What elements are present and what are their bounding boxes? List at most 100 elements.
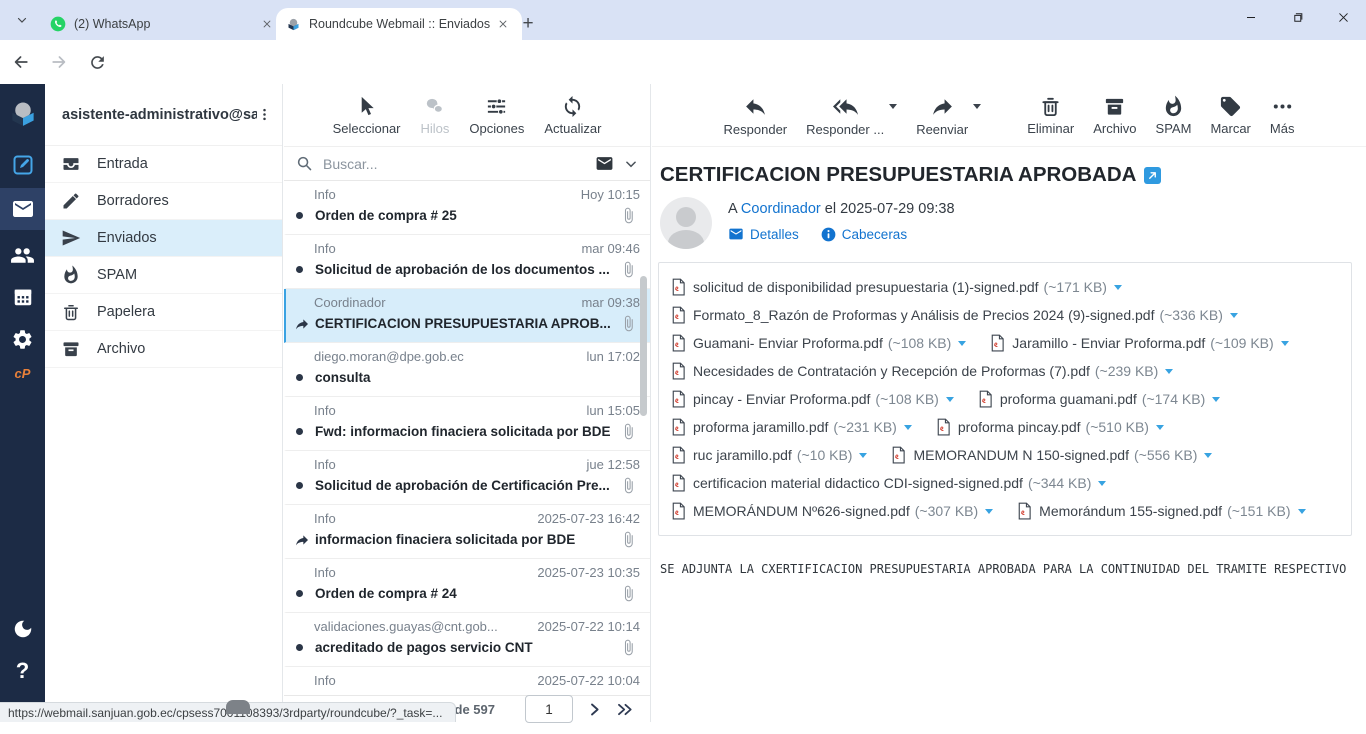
threads-button[interactable]: Hilos [421,95,450,136]
list-scrollbar[interactable] [640,276,647,416]
mark-button[interactable]: Marcar [1210,95,1250,136]
message-list-item[interactable]: Coordinador mar 09:38 CERTIFICACION PRES… [284,289,650,343]
last-page-icon[interactable] [616,702,636,717]
message-list-item[interactable]: diego.moran@dpe.gob.ec lun 17:02 consult… [284,343,650,397]
forward-button[interactable]: Reenviar [916,94,968,137]
headers-toggle[interactable]: Cabeceras [821,227,907,242]
compose-button[interactable] [0,144,45,186]
attachment-item[interactable]: Guamani- Enviar Proforma.pdf (~108 KB) [671,329,966,357]
forward-menu-caret[interactable] [973,104,981,113]
options-button[interactable]: Opciones [469,95,524,136]
message-list-item[interactable]: validaciones.guayas@cnt.gob... 2025-07-2… [284,613,650,667]
select-button[interactable]: Seleccionar [333,95,401,136]
folder-enviados[interactable]: Enviados [45,220,282,257]
attachment-item[interactable]: pincay - Enviar Proforma.pdf (~108 KB) [671,385,954,413]
mail-header: A Coordinador el 2025-07-29 09:38 Detall… [652,187,1366,249]
message-list-item[interactable]: Info jue 12:58 Solicitud de aprobación d… [284,451,650,505]
attachment-item[interactable]: solicitud de disponibilidad presupuestar… [671,273,1122,301]
attachment-item[interactable]: proforma pincay.pdf (~510 KB) [936,413,1164,441]
attachment-item[interactable]: MEMORANDUM N 150-signed.pdf (~556 KB) [891,441,1212,469]
folder-label: Papelera [97,304,155,320]
tab-close-icon[interactable] [258,15,276,33]
rail-settings-button[interactable] [0,318,45,360]
attachment-menu-caret[interactable] [985,509,993,518]
window-minimize-button[interactable] [1228,0,1274,34]
app-rail: cP ? [0,84,45,722]
search-options-chevron-icon[interactable] [624,157,638,171]
window-restore-button[interactable] [1274,0,1320,34]
message-list-item[interactable]: Info 2025-07-22 10:04 [284,667,650,698]
paperclip-icon [620,261,640,278]
tab-search-chevron-icon[interactable] [8,8,36,32]
tab-roundcube[interactable]: Roundcube Webmail :: Enviados [276,8,522,40]
attachment-menu-caret[interactable] [859,453,867,462]
refresh-button[interactable]: Actualizar [544,95,601,136]
attachment-menu-caret[interactable] [1204,453,1212,462]
folder-entrada[interactable]: Entrada [45,146,282,183]
message-list-item[interactable]: Info Hoy 10:15 Orden de compra # 25 [284,181,650,235]
help-button[interactable]: ? [0,650,45,692]
search-input[interactable] [321,155,595,173]
attachment-menu-caret[interactable] [1281,341,1289,350]
window-close-button[interactable] [1320,0,1366,34]
account-menu-icon[interactable] [257,107,272,122]
tab-whatsapp[interactable]: (2) WhatsApp [40,8,286,40]
attachment-item[interactable]: Necesidades de Contratación y Recepción … [671,357,1173,385]
attachment-menu-caret[interactable] [1114,285,1122,294]
attachment-item[interactable]: ruc jaramillo.pdf (~10 KB) [671,441,867,469]
delete-button[interactable]: Eliminar [1027,95,1074,136]
archive-button[interactable]: Archivo [1093,95,1136,136]
rail-calendar-button[interactable] [0,276,45,318]
folder-spam[interactable]: SPAM [45,257,282,294]
message-list-item[interactable]: Info 2025-07-23 10:35 Orden de compra # … [284,559,650,613]
message-list: Info Hoy 10:15 Orden de compra # 25 [284,181,650,698]
attachment-item[interactable]: Formato_8_Razón de Proformas y Análisis … [671,301,1238,329]
reply-all-button[interactable]: Responder ... [806,94,884,137]
folder-papelera[interactable]: Papelera [45,294,282,331]
rail-mail-button[interactable] [0,188,45,230]
open-in-new-window-icon[interactable] [1144,167,1161,184]
message-list-item[interactable]: Info 2025-07-23 16:42 informacion finaci… [284,505,650,559]
recipient-link[interactable]: Coordinador [741,201,821,217]
cpanel-link[interactable]: cP [0,358,45,388]
dark-mode-toggle[interactable] [0,608,45,650]
attachment-menu-caret[interactable] [1156,425,1164,434]
folder-archivo[interactable]: Archivo [45,331,282,368]
back-button[interactable] [4,45,38,79]
message-sender: Info [314,457,336,472]
reply-all-menu-caret[interactable] [889,104,897,113]
info-icon [821,227,836,242]
message-list-item[interactable]: Info mar 09:46 Solicitud de aprobación d… [284,235,650,289]
reload-button[interactable] [80,45,114,79]
attachment-menu-caret[interactable] [1212,397,1220,406]
attachment-menu-caret[interactable] [904,425,912,434]
spam-button[interactable]: SPAM [1156,95,1192,136]
attachment-menu-caret[interactable] [946,397,954,406]
pdf-file-icon [671,278,686,296]
forward-button[interactable] [42,45,76,79]
whatsapp-icon [50,16,66,32]
page-number-input[interactable] [525,695,573,723]
details-toggle[interactable]: Detalles [728,226,799,242]
attachment-item[interactable]: MEMORÁNDUM Nº626-signed.pdf (~307 KB) [671,497,993,525]
search-scope-mail-icon[interactable] [595,154,614,173]
rail-contacts-button[interactable] [0,234,45,276]
attachment-item[interactable]: certificacion material didactico CDI-sig… [671,469,1106,497]
attachment-menu-caret[interactable] [1165,369,1173,378]
attachment-menu-caret[interactable] [1230,313,1238,322]
attachment-item[interactable]: Memorándum 155-signed.pdf (~151 KB) [1017,497,1305,525]
attachment-item[interactable]: proforma guamani.pdf (~174 KB) [978,385,1220,413]
tab-close-icon[interactable] [494,15,512,33]
attachment-menu-caret[interactable] [1298,509,1306,518]
next-page-icon[interactable] [587,702,602,717]
more-button[interactable]: Más [1270,95,1295,136]
message-list-item[interactable]: Info lun 15:05 Fwd: informacion finacier… [284,397,650,451]
new-tab-button[interactable]: + [516,12,540,36]
attachment-menu-caret[interactable] [1098,481,1106,490]
attachment-item[interactable]: Jaramillo - Enviar Proforma.pdf (~109 KB… [990,329,1288,357]
folder-borradores[interactable]: Borradores [45,183,282,220]
attachment-item[interactable]: proforma jaramillo.pdf (~231 KB) [671,413,912,441]
attachment-menu-caret[interactable] [958,341,966,350]
pdf-file-icon [671,390,686,408]
reply-button[interactable]: Responder [724,94,788,137]
